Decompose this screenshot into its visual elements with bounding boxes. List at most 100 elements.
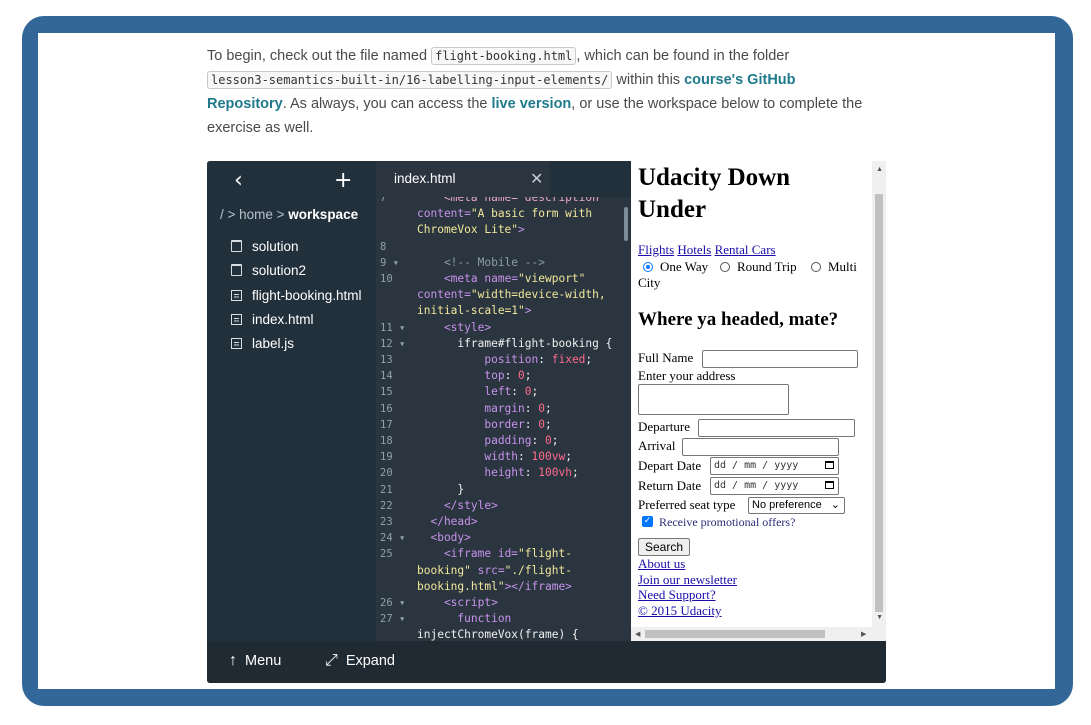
close-icon[interactable]: ✕ (530, 169, 543, 188)
seat-type-select[interactable]: No preference ⌄ (748, 497, 845, 514)
scroll-left-arrow-icon[interactable]: ◀ (635, 630, 640, 638)
editor-scrollbar[interactable] (624, 207, 628, 241)
code-token: name= (484, 272, 519, 285)
return-date-input[interactable]: dd / mm / yyyy (710, 477, 839, 495)
intro-text-1: To begin, check out the file named (207, 48, 432, 64)
code-line[interactable]: 19 width: 100vw; (376, 449, 628, 465)
code-token: width (417, 450, 519, 464)
expand-button[interactable]: ⤢ Expand (325, 652, 395, 670)
code-text: <body> (417, 530, 470, 546)
sidebar-item-flight-booking[interactable]: flight-booking.html (231, 285, 362, 305)
code-text: booking.html"></iframe> (417, 579, 572, 595)
code-line[interactable]: 13 position: fixed; (376, 352, 628, 368)
link-newsletter[interactable]: Join our newsletter (638, 572, 737, 588)
line-number: 13 (380, 354, 393, 366)
date-placeholder: dd / mm / yyyy (714, 480, 799, 491)
code-line[interactable]: 16 margin: 0; (376, 401, 628, 417)
scroll-down-arrow-icon[interactable]: ▼ (876, 613, 883, 621)
sidebar-item-index[interactable]: index.html (231, 309, 314, 329)
code-token: "./flight- (504, 563, 572, 577)
departure-input[interactable] (698, 419, 855, 437)
depart-date-input[interactable]: dd / mm / yyyy (710, 457, 839, 475)
code-token: : (518, 450, 532, 464)
address-textarea[interactable] (638, 384, 789, 415)
nav-link-hotels[interactable]: Hotels (677, 242, 711, 257)
code-line[interactable]: content="width=device-width, (376, 287, 628, 303)
arrival-input[interactable] (682, 438, 839, 456)
code-line[interactable]: 17 border: 0; (376, 417, 628, 433)
preview-vertical-thumb[interactable] (875, 194, 883, 612)
code-token: <style> (417, 320, 492, 334)
radio-round-trip[interactable] (720, 262, 730, 272)
code-token: 0 (545, 434, 552, 447)
code-text: content="A basic form with (417, 206, 592, 222)
radio-multi-city[interactable] (811, 262, 821, 272)
calendar-icon[interactable] (825, 481, 834, 489)
code-line[interactable]: initial-scale=1"> (376, 303, 628, 319)
sidebar-item-solution2[interactable]: solution2 (231, 260, 306, 280)
radio-one-way[interactable] (643, 262, 653, 272)
link-about-us[interactable]: About us (638, 556, 685, 572)
full-name-input[interactable] (702, 350, 858, 368)
menu-button[interactable]: ↑ Menu (229, 652, 281, 670)
tab-index-html[interactable]: index.html ✕ (376, 161, 550, 197)
code-line[interactable]: 15 left: 0; (376, 384, 628, 400)
code-area[interactable]: 7 <meta name="description" content="A bas… (376, 197, 631, 641)
arrow-up-icon: ↑ (229, 652, 237, 669)
line-number: 25 (380, 548, 393, 561)
file-sidebar: ‹ + / > home > workspace solution soluti… (207, 161, 376, 641)
live-version-link[interactable]: live version (492, 96, 572, 112)
nav-link-flights[interactable]: Flights (638, 242, 674, 257)
scroll-up-arrow-icon[interactable]: ▲ (876, 165, 883, 173)
sidebar-item-label-js[interactable]: label.js (231, 333, 294, 353)
chevron-left-icon[interactable]: ‹ (234, 169, 243, 193)
code-line[interactable]: 11 ▾ <style> (376, 320, 628, 336)
code-line[interactable]: 27 ▾ function (376, 611, 628, 627)
plus-icon[interactable]: + (334, 169, 352, 193)
code-line[interactable]: 8 (376, 239, 628, 255)
code-line[interactable]: 22 </style> (376, 498, 628, 514)
code-line[interactable]: 26 ▾ <script> (376, 595, 628, 611)
line-number: 20 (380, 467, 393, 480)
code-token: padding (417, 434, 532, 447)
code-line[interactable]: 14 top: 0; (376, 368, 628, 384)
line-number: 17 (380, 418, 393, 431)
code-line[interactable]: 9 ▾ <!-- Mobile --> (376, 255, 628, 271)
code-token: } (417, 482, 465, 496)
code-token: ; (545, 417, 552, 431)
nav-link-rental-cars[interactable]: Rental Cars (715, 242, 776, 257)
code-line[interactable]: 20 height: 100vh; (376, 465, 628, 481)
scroll-right-arrow-icon[interactable]: ▶ (861, 630, 866, 638)
code-line[interactable]: 25 <iframe id="flight- (376, 546, 628, 562)
link-copyright[interactable]: © 2015 Udacity (638, 603, 722, 619)
code-line[interactable]: 10 <meta name="viewport" (376, 271, 628, 287)
code-line[interactable]: injectChromeVox(frame) { (376, 627, 628, 641)
code-token: : (524, 417, 539, 431)
breadcrumb-path[interactable]: / > home > (220, 207, 288, 222)
search-button[interactable]: Search (638, 538, 690, 556)
code-line[interactable]: 12 ▾ iframe#flight-booking { (376, 336, 628, 352)
sidebar-item-solution[interactable]: solution (231, 236, 299, 256)
expand-label: Expand (345, 653, 395, 669)
code-line[interactable]: 24 ▾ <body> (376, 530, 628, 546)
code-token: ; (545, 401, 552, 415)
code-line[interactable]: 18 padding: 0; (376, 433, 628, 449)
code-line[interactable]: content="A basic form with (376, 206, 628, 222)
code-line[interactable]: 23 </head> (376, 514, 628, 530)
code-token: content= (417, 288, 471, 302)
link-support[interactable]: Need Support? (638, 587, 716, 603)
code-line[interactable]: booking" src="./flight- (376, 563, 628, 579)
code-editor[interactable]: index.html ✕ 7 <meta name="description" c… (376, 161, 631, 641)
line-number: 11 ▾ (380, 321, 406, 334)
code-line[interactable]: 21 } (376, 482, 628, 498)
expand-icon: ⤢ (325, 652, 338, 669)
code-line[interactable]: ChromeVox Lite"> (376, 222, 628, 238)
preview-horizontal-thumb[interactable] (645, 630, 825, 638)
file-icon (231, 337, 242, 349)
code-token: "flight- (518, 547, 572, 561)
calendar-icon[interactable] (825, 461, 834, 469)
code-line[interactable]: 7 <meta name="description" (376, 197, 628, 206)
promo-checkbox[interactable]: ✓ (642, 516, 653, 527)
code-line[interactable]: booking.html"></iframe> (376, 579, 628, 595)
menu-label: Menu (245, 653, 282, 669)
